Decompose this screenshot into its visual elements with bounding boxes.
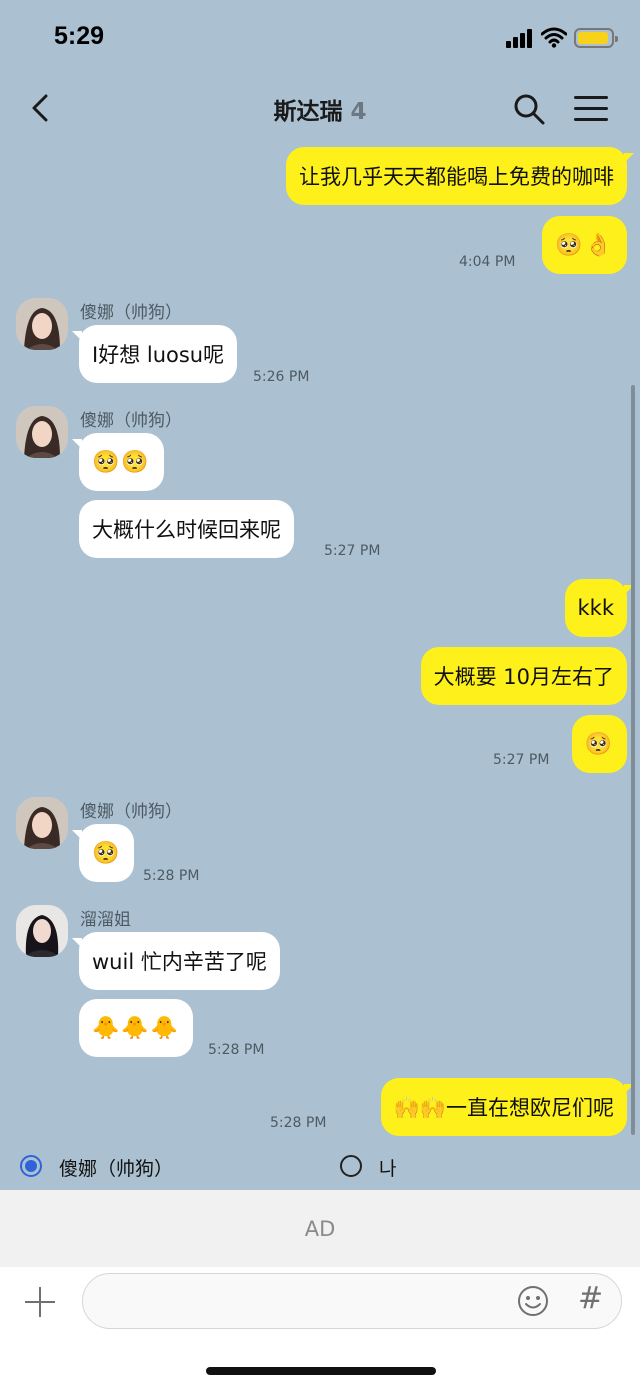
cellular-signal-icon [506,28,536,48]
message-emoji: 🥺👌 [555,232,614,258]
sender-name: 傻娜（帅狗） [80,411,182,431]
message-emoji: 🥺 [584,731,614,757]
scrollbar[interactable] [631,385,635,1135]
sender-name: 傻娜（帅狗） [80,802,182,822]
message-bubble[interactable]: kkk [564,579,635,637]
message-time: 5:26 PM [253,369,310,385]
wifi-icon [541,27,567,48]
chat-header: 斯达瑞 4 [0,76,640,140]
radio-button-selected[interactable] [20,1155,42,1177]
message-bubble[interactable]: I好想 luosu呢 [71,325,238,383]
ad-banner[interactable]: AD [0,1190,640,1267]
message-text: kkk [577,596,614,620]
avatar[interactable] [16,797,68,849]
status-time: 5:29 [54,22,105,50]
message-bubble[interactable]: 让我几乎天天都能喝上免费的咖啡 [286,147,634,205]
home-indicator [206,1367,436,1375]
message-time: 4:04 PM [459,254,516,270]
message-bubble[interactable]: 🥺👌 [542,216,627,274]
member-count: 4 [350,99,367,125]
battery-icon [574,28,618,48]
message-time: 5:28 PM [208,1042,265,1058]
message-text: I好想 luosu呢 [92,343,225,367]
smiley-icon[interactable] [517,1285,549,1317]
message-bubble[interactable]: 🥺🥺 [72,433,164,491]
message-bubble[interactable]: 🙌🙌一直在想欧尼们呢 [380,1078,635,1136]
radio-button[interactable] [340,1155,362,1177]
message-text: 🙌🙌一直在想欧尼们呢 [393,1096,614,1120]
message-text: 让我几乎天天都能喝上免费的咖啡 [299,165,614,189]
message-time: 5:27 PM [324,543,381,559]
ad-label: AD [304,1216,336,1241]
message-bubble[interactable]: 🥺 [571,715,627,773]
sender-name: 傻娜（帅狗） [80,303,182,323]
hamburger-menu-icon[interactable] [574,94,610,124]
message-bubble[interactable]: 大概要 10月左右了 [420,647,627,705]
message-text: 大概要 10月左右了 [433,665,614,689]
poll-option-label[interactable]: 傻娜（帅狗） [59,1154,173,1181]
message-text: wuil 忙内辛苦了呢 [92,950,267,974]
message-emoji: 🥺 [92,840,122,866]
avatar[interactable] [16,406,68,458]
status-bar: 5:29 [0,0,640,76]
message-emoji: 🥺🥺 [92,449,151,475]
hash-icon[interactable]: # [578,1281,603,1316]
poll-options: 傻娜（帅狗） 나 [0,1142,640,1190]
avatar[interactable] [16,298,68,350]
message-time: 5:27 PM [493,752,550,768]
input-bar: # [0,1267,640,1388]
avatar[interactable] [16,905,68,957]
message-text: 大概什么时候回来呢 [92,518,281,542]
message-emoji: 🐥🐥🐥 [92,1015,181,1041]
search-icon[interactable] [512,92,546,126]
message-time: 5:28 PM [143,868,200,884]
sender-name: 溜溜姐 [80,910,131,930]
plus-icon[interactable] [25,1287,55,1317]
message-bubble[interactable]: 🥺 [71,824,135,882]
message-time: 5:28 PM [270,1115,327,1131]
chat-name: 斯达瑞 [273,99,343,125]
message-bubble[interactable]: 大概什么时候回来呢 [79,500,294,558]
poll-option-label[interactable]: 나 [379,1154,396,1181]
message-bubble[interactable]: 🐥🐥🐥 [79,999,194,1057]
message-bubble[interactable]: wuil 忙内辛苦了呢 [72,932,280,990]
